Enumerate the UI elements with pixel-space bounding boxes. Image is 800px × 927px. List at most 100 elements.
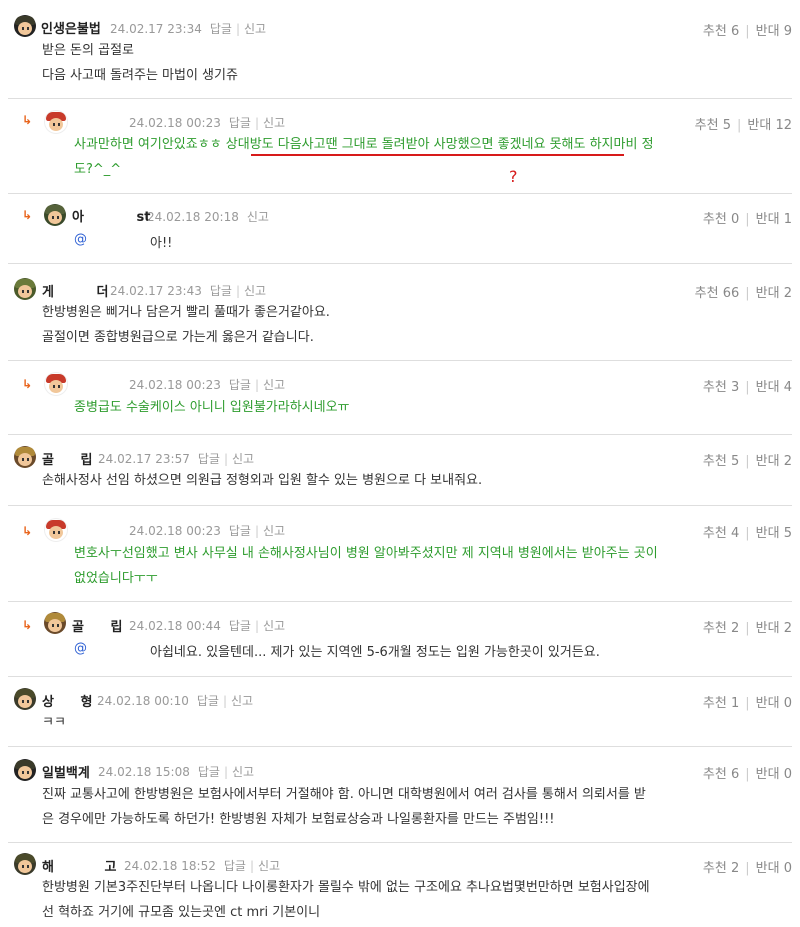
downvote-button[interactable]: 반대 2	[756, 454, 792, 469]
report-link[interactable]: 신고	[263, 524, 285, 538]
downvote-button[interactable]: 반대 12	[747, 118, 792, 133]
reply-link[interactable]: 답글	[210, 284, 232, 298]
downvote-label: 반대	[755, 767, 780, 782]
report-link[interactable]: 신고	[263, 619, 285, 633]
comment-meta: 24.02.18 00:44 답글 | 신고	[129, 619, 286, 633]
downvote-count: 0	[783, 861, 792, 876]
upvote-button[interactable]: 추천 6	[703, 767, 739, 782]
comment-line: 골절이면 종합병원급으로 가는게 옳은거 같습니다.	[42, 330, 314, 345]
downvote-button[interactable]: 반대 0	[756, 696, 792, 711]
report-link[interactable]: 신고	[263, 378, 285, 392]
report-link[interactable]: 신고	[244, 22, 266, 36]
downvote-count: 1	[783, 212, 792, 227]
upvote-button[interactable]: 추천 2	[703, 621, 739, 636]
upvote-button[interactable]: 추천 4	[703, 526, 739, 541]
downvote-count: 9	[783, 24, 792, 39]
comment-line: 한방병원 기본3주진단부터 나옵니다 나이롱환자가 몰릴수 밖에 없는 구조에요…	[42, 880, 650, 895]
divider	[8, 98, 792, 99]
upvote-count: 2	[730, 861, 740, 876]
divider	[8, 842, 792, 843]
downvote-button[interactable]: 반대 0	[756, 861, 792, 876]
comment-meta: 24.02.18 00:23 답글 | 신고	[129, 524, 286, 538]
upvote-button[interactable]: 추천 3	[703, 380, 739, 395]
report-link[interactable]: 신고	[232, 765, 254, 779]
divider	[8, 360, 792, 361]
reply-link[interactable]: 답글	[229, 378, 251, 392]
reply-link[interactable]: 답글	[224, 859, 246, 873]
comment-author[interactable]: 상 형	[42, 691, 92, 710]
upvote-label: 추천	[702, 380, 727, 395]
comment-meta: 24.02.17 23:57 답글 | 신고	[98, 452, 255, 466]
reply-link[interactable]: 답글	[229, 619, 251, 633]
reply-link[interactable]: 답글	[229, 524, 251, 538]
upvote-count: 66	[722, 286, 740, 301]
reply-link[interactable]: 답글	[197, 694, 219, 708]
reply-link[interactable]: 답글	[210, 22, 232, 36]
mention-tag[interactable]: @	[74, 232, 87, 247]
comment-date: 24.02.18 00:23	[129, 116, 221, 130]
comment-line: 진짜 교통사고에 한방병원은 보험사에서부터 거절해야 함. 아니면 대학병원에…	[42, 787, 646, 802]
upvote-count: 5	[730, 454, 740, 469]
comment-author[interactable]: 아 st	[72, 206, 150, 225]
reply-link[interactable]: 답글	[229, 116, 251, 130]
comment-body: 한방병원은 삐거나 담은거 빨리 풀때가 좋은거같아요. 골절이면 종합병원급으…	[42, 300, 330, 350]
report-link[interactable]: 신고	[247, 210, 269, 224]
comment-author[interactable]: 골 립	[42, 449, 92, 468]
report-link[interactable]: 신고	[244, 284, 266, 298]
report-link[interactable]: 신고	[231, 694, 253, 708]
downvote-button[interactable]: 반대 2	[756, 286, 792, 301]
comment-author[interactable]: 인생은불법	[41, 18, 101, 37]
comment-author[interactable]: 골 립	[72, 616, 122, 635]
reply-link[interactable]: 답글	[198, 452, 220, 466]
comment-date: 24.02.18 18:52	[124, 859, 216, 873]
reply-link[interactable]: 답글	[198, 765, 220, 779]
report-link[interactable]: 신고	[258, 859, 280, 873]
report-link[interactable]: 신고	[232, 452, 254, 466]
comment-line: 변호사ㅜ선임했고 변사 사무실 내 손해사정사님이 병원 알아봐주셨지만 제 지…	[74, 546, 658, 561]
report-link[interactable]: 신고	[263, 116, 285, 130]
divider	[8, 263, 792, 264]
downvote-count: 5	[783, 526, 792, 541]
comment-line: 한방병원은 삐거나 담은거 빨리 풀때가 좋은거같아요.	[42, 305, 330, 320]
upvote-button[interactable]: 추천 6	[703, 24, 739, 39]
downvote-button[interactable]: 반대 0	[756, 767, 792, 782]
avatar-icon	[14, 688, 36, 710]
downvote-button[interactable]: 반대 9	[756, 24, 792, 39]
comment-body: 종병급도 수술케이스 아니니 입원불가라하시네오ㅠ	[74, 395, 350, 420]
upvote-count: 0	[730, 212, 740, 227]
downvote-label: 반대	[755, 454, 780, 469]
comment-body: 변호사ㅜ선임했고 변사 사무실 내 손해사정사님이 병원 알아봐주셨지만 제 지…	[74, 541, 658, 591]
comment-date: 24.02.18 15:08	[98, 765, 190, 779]
comment-line: 도?^_^	[74, 162, 122, 177]
comment-author[interactable]: 게 더	[42, 281, 108, 300]
upvote-button[interactable]: 추천 5	[695, 118, 731, 133]
upvote-button[interactable]: 추천 2	[703, 861, 739, 876]
upvote-button[interactable]: 추천 66	[695, 286, 740, 301]
downvote-button[interactable]: 반대 1	[756, 212, 792, 227]
vote-counts: 추천 6 | 반대 0	[702, 767, 792, 782]
upvote-button[interactable]: 추천 0	[703, 212, 739, 227]
comment-body: 한방병원 기본3주진단부터 나옵니다 나이롱환자가 몰릴수 밖에 없는 구조에요…	[42, 875, 650, 925]
reply-arrow-icon: ↳	[22, 113, 33, 127]
comment-body: 받은 돈의 곱절로 다음 사고때 돌려주는 마법이 생기쥬	[42, 38, 238, 88]
downvote-label: 반대	[755, 380, 780, 395]
downvote-count: 4	[783, 380, 792, 395]
upvote-button[interactable]: 추천 1	[703, 696, 739, 711]
downvote-button[interactable]: 반대 5	[756, 526, 792, 541]
downvote-button[interactable]: 반대 2	[756, 621, 792, 636]
avatar-icon	[44, 110, 68, 134]
avatar-icon	[14, 759, 36, 781]
comment-author[interactable]: 해 고	[42, 856, 116, 875]
comment-body: 아쉽네요. 있을텐데... 제가 있는 지역엔 5-6개월 정도는 입원 가능한…	[150, 645, 600, 660]
comment-date: 24.02.17 23:34	[110, 22, 202, 36]
comment-author[interactable]: 일벌백계	[42, 762, 90, 781]
comment-body: 진짜 교통사고에 한방병원은 보험사에서부터 거절해야 함. 아니면 대학병원에…	[42, 782, 646, 832]
upvote-label: 추천	[702, 621, 727, 636]
mention-tag[interactable]: @	[74, 641, 87, 656]
reply-arrow-icon: ↳	[22, 618, 33, 632]
upvote-button[interactable]: 추천 5	[703, 454, 739, 469]
avatar-icon	[44, 372, 68, 396]
comment-date: 24.02.18 00:23	[129, 378, 221, 392]
downvote-button[interactable]: 반대 4	[756, 380, 792, 395]
divider	[8, 505, 792, 506]
